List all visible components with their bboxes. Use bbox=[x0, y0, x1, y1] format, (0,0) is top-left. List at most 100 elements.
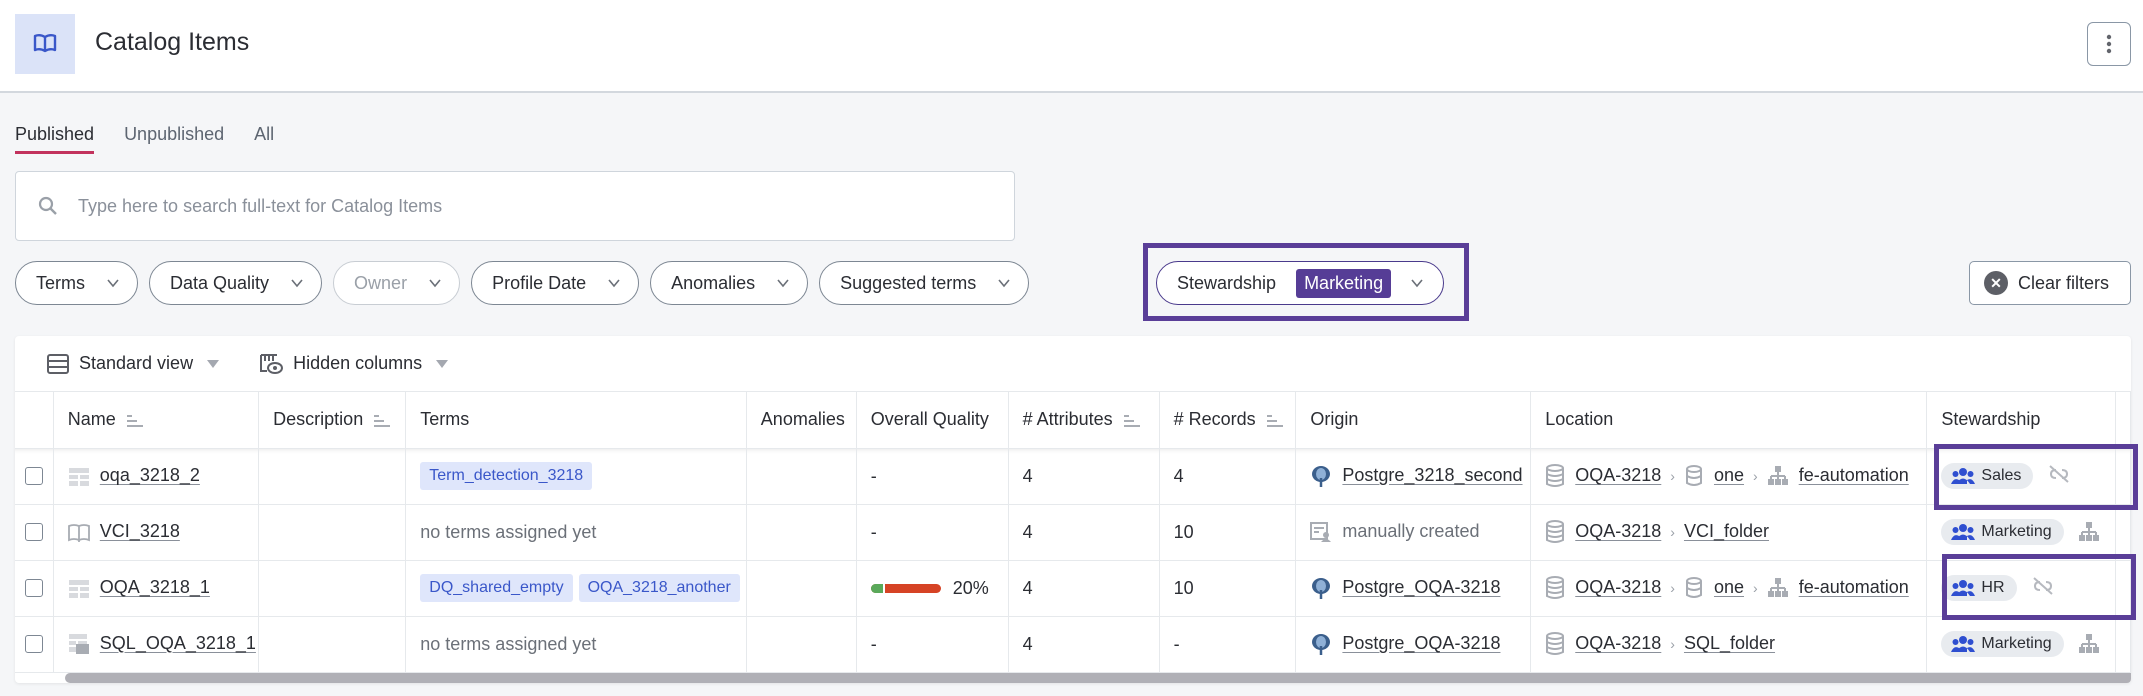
highlight-box bbox=[1942, 554, 2136, 620]
origin-cell: Postgre_OQA-3218 bbox=[1295, 560, 1532, 617]
table-row[interactable]: OQA_3218_1 DQ_shared_empty OQA_3218_anothe… bbox=[15, 560, 2131, 617]
column-header-origin[interactable]: Origin bbox=[1295, 392, 1532, 449]
filter-profile-date[interactable]: Profile Date bbox=[471, 261, 640, 305]
search-input[interactable] bbox=[78, 195, 978, 217]
column-label: Description bbox=[273, 409, 364, 430]
column-label: Overall Quality bbox=[870, 409, 989, 430]
sort-icon[interactable] bbox=[1266, 414, 1284, 427]
chevron-down-icon bbox=[608, 279, 620, 288]
item-name-link[interactable]: OQA_3218_1 bbox=[100, 577, 210, 597]
origin-link[interactable]: Postgre_3218_second bbox=[1342, 465, 1522, 485]
location-link[interactable]: SQL_folder bbox=[1684, 633, 1775, 653]
item-name-link[interactable]: SQL_OQA_3218_1 bbox=[100, 633, 256, 653]
tab-all[interactable]: All bbox=[254, 124, 274, 154]
standard-view-dropdown[interactable]: Standard view bbox=[47, 353, 220, 374]
name-cell: SQL_OQA_3218_1 bbox=[53, 616, 260, 673]
filter-owner[interactable]: Owner bbox=[333, 261, 461, 305]
quality-cell: - bbox=[856, 448, 1009, 505]
sort-icon[interactable] bbox=[373, 414, 391, 427]
tab-published[interactable]: Published bbox=[15, 124, 95, 154]
table-row[interactable]: oqa_3218_2 Term_detection_3218 - 4 4 Postgre_… bbox=[15, 448, 2131, 505]
anomalies-cell bbox=[746, 560, 857, 617]
filter-data-quality[interactable]: Data Quality bbox=[149, 261, 323, 305]
postgres-icon bbox=[1312, 634, 1331, 655]
row-checkbox[interactable] bbox=[25, 635, 43, 653]
item-name-link[interactable]: oqa_3218_2 bbox=[100, 465, 200, 485]
row-checkbox[interactable] bbox=[25, 467, 43, 485]
filter-suggested-terms[interactable]: Suggested terms bbox=[819, 261, 1030, 305]
column-header-name[interactable]: Name bbox=[53, 392, 260, 449]
term-tag[interactable]: OQA_3218_another bbox=[578, 574, 740, 602]
location-link[interactable]: fe-automation bbox=[1799, 577, 1909, 597]
location-cell: OQA-3218 › SQL_folder bbox=[1530, 616, 1928, 673]
more-options-button[interactable] bbox=[2087, 22, 2131, 66]
origin-link[interactable]: Postgre_OQA-3218 bbox=[1342, 577, 1500, 597]
table-row[interactable]: SQL_OQA_3218_1 no terms assigned yet -4- Po… bbox=[15, 616, 2131, 673]
location-cell: OQA-3218 › VCI_folder bbox=[1530, 504, 1928, 561]
location-link[interactable]: OQA-3218 bbox=[1575, 465, 1661, 485]
horizontal-scrollbar[interactable] bbox=[65, 673, 2131, 683]
row-select-cell bbox=[15, 504, 54, 561]
term-tag[interactable]: Term_detection_3218 bbox=[420, 462, 593, 490]
location-link[interactable]: VCI_folder bbox=[1684, 521, 1769, 541]
column-header-anomalies[interactable]: Anomalies bbox=[746, 392, 857, 449]
location-link[interactable]: fe-automation bbox=[1799, 465, 1909, 485]
row-checkbox[interactable] bbox=[25, 579, 43, 597]
column-header-stewardship[interactable]: Stewardship bbox=[1926, 392, 2116, 449]
sort-icon[interactable] bbox=[1123, 414, 1141, 427]
column-header-location[interactable]: Location bbox=[1530, 392, 1928, 449]
quality-value: 20% bbox=[952, 577, 989, 598]
column-label: # Attributes bbox=[1022, 409, 1113, 430]
column-header-attributes[interactable]: # Attributes bbox=[1008, 392, 1160, 449]
database-icon bbox=[1546, 632, 1565, 655]
table-toolbar: Standard view Hidden columns bbox=[15, 336, 2131, 392]
caret-down-icon bbox=[207, 359, 220, 368]
sort-icon[interactable] bbox=[126, 414, 144, 427]
schema-icon bbox=[1685, 465, 1702, 486]
attributes-cell: 4 bbox=[1008, 616, 1160, 673]
selected-value-tag: Marketing bbox=[1296, 268, 1392, 298]
team-icon bbox=[1951, 524, 1976, 540]
terms-cell: no terms assigned yet bbox=[405, 616, 747, 673]
location-link[interactable]: OQA-3218 bbox=[1575, 521, 1661, 541]
filter-label: Suggested terms bbox=[840, 272, 977, 293]
stewardship-label: Marketing bbox=[1981, 635, 2052, 652]
location-link[interactable]: one bbox=[1714, 577, 1744, 597]
filter-stewardship[interactable]: Stewardship Marketing bbox=[1156, 261, 1445, 305]
tab-unpublished[interactable]: Unpublished bbox=[124, 124, 224, 154]
publish-tabs: Published Unpublished All bbox=[15, 124, 274, 154]
database-icon bbox=[1546, 576, 1565, 599]
database-icon bbox=[1546, 464, 1565, 487]
attributes-cell: 4 bbox=[1008, 448, 1160, 505]
schema-icon bbox=[1685, 577, 1702, 598]
column-label: Location bbox=[1545, 409, 1614, 430]
stewardship-badge[interactable]: Marketing bbox=[1941, 631, 2064, 657]
location-link[interactable]: OQA-3218 bbox=[1575, 577, 1661, 597]
column-header-records[interactable]: # Records bbox=[1159, 392, 1297, 449]
column-label: Stewardship bbox=[1941, 409, 2041, 430]
column-header-description[interactable]: Description bbox=[258, 392, 407, 449]
breadcrumb-separator-icon: › bbox=[1670, 523, 1675, 540]
filter-anomalies[interactable]: Anomalies bbox=[650, 261, 809, 305]
chevron-down-icon bbox=[429, 279, 441, 288]
hidden-columns-dropdown[interactable]: Hidden columns bbox=[259, 353, 449, 375]
book-open-icon bbox=[67, 523, 90, 542]
postgres-icon bbox=[1312, 578, 1331, 599]
origin-cell: Postgre_3218_second bbox=[1295, 448, 1532, 505]
stewardship-badge[interactable]: Marketing bbox=[1941, 519, 2064, 545]
table-row[interactable]: VCI_3218 no terms assigned yet - 4 10 manuall… bbox=[15, 504, 2131, 561]
filter-terms[interactable]: Terms bbox=[15, 261, 138, 305]
location-link[interactable]: OQA-3218 bbox=[1575, 633, 1661, 653]
clear-filters-button[interactable]: ✕ Clear filters bbox=[1969, 261, 2131, 305]
column-header-overall-quality[interactable]: Overall Quality bbox=[856, 392, 1009, 449]
select-column-header bbox=[15, 392, 54, 449]
location-link[interactable]: one bbox=[1714, 465, 1744, 485]
origin-link[interactable]: Postgre_OQA-3218 bbox=[1342, 633, 1500, 653]
term-tag[interactable]: DQ_shared_empty bbox=[420, 574, 573, 602]
column-header-terms[interactable]: Terms bbox=[405, 392, 747, 449]
database-icon bbox=[1546, 520, 1565, 543]
row-checkbox[interactable] bbox=[25, 523, 43, 541]
search-icon bbox=[38, 196, 57, 215]
highlight-box bbox=[1934, 444, 2138, 510]
item-name-link[interactable]: VCI_3218 bbox=[100, 521, 180, 541]
